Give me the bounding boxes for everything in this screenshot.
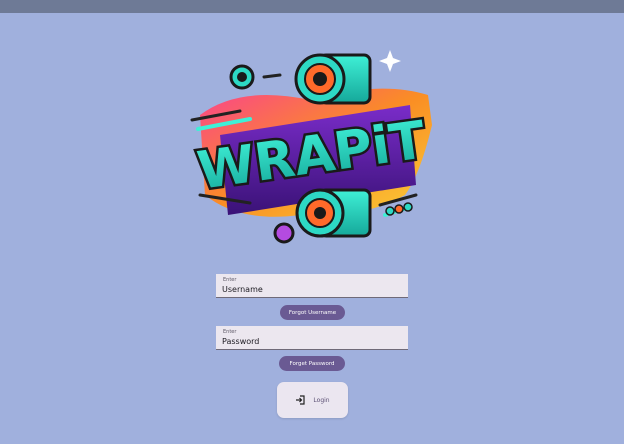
wrapit-logo: WRAPiT [190,50,432,244]
username-label: Enter [223,277,237,283]
username-input[interactable] [222,284,402,295]
login-button[interactable]: Login [277,382,348,418]
username-field[interactable]: Enter [216,274,408,298]
password-input[interactable] [222,336,402,347]
login-label: Login [313,396,330,404]
forgot-password-button[interactable]: Forget Password [279,356,345,371]
password-label: Enter [223,329,237,335]
login-icon [296,395,306,405]
password-field[interactable]: Enter [216,326,408,350]
window-top-bar [0,0,624,13]
forgot-username-button[interactable]: Forgot Username [280,305,345,320]
